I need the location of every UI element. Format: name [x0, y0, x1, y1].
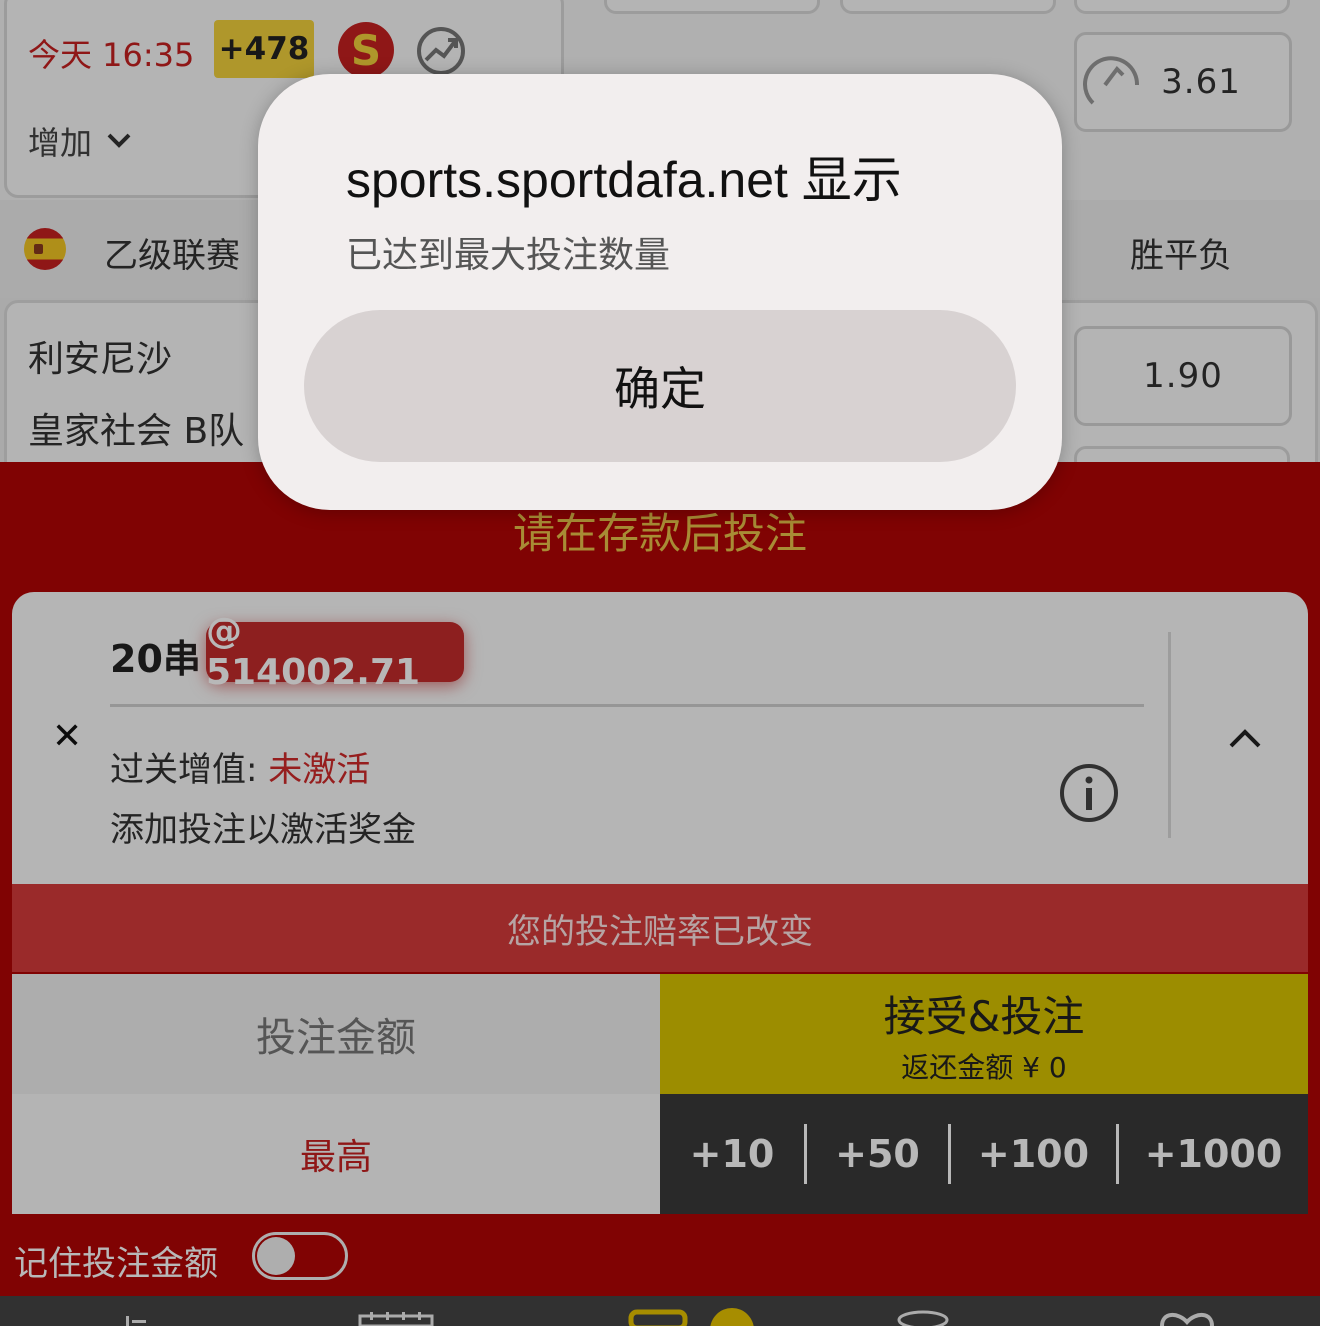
alert-dialog: sports.sportdafa.net 显示 已达到最大投注数量 确定	[258, 74, 1062, 510]
dialog-message: 已达到最大投注数量	[346, 235, 671, 276]
dialog-ok-button[interactable]: 确定	[304, 310, 1016, 462]
dialog-title: sports.sportdafa.net 显示	[346, 152, 902, 208]
